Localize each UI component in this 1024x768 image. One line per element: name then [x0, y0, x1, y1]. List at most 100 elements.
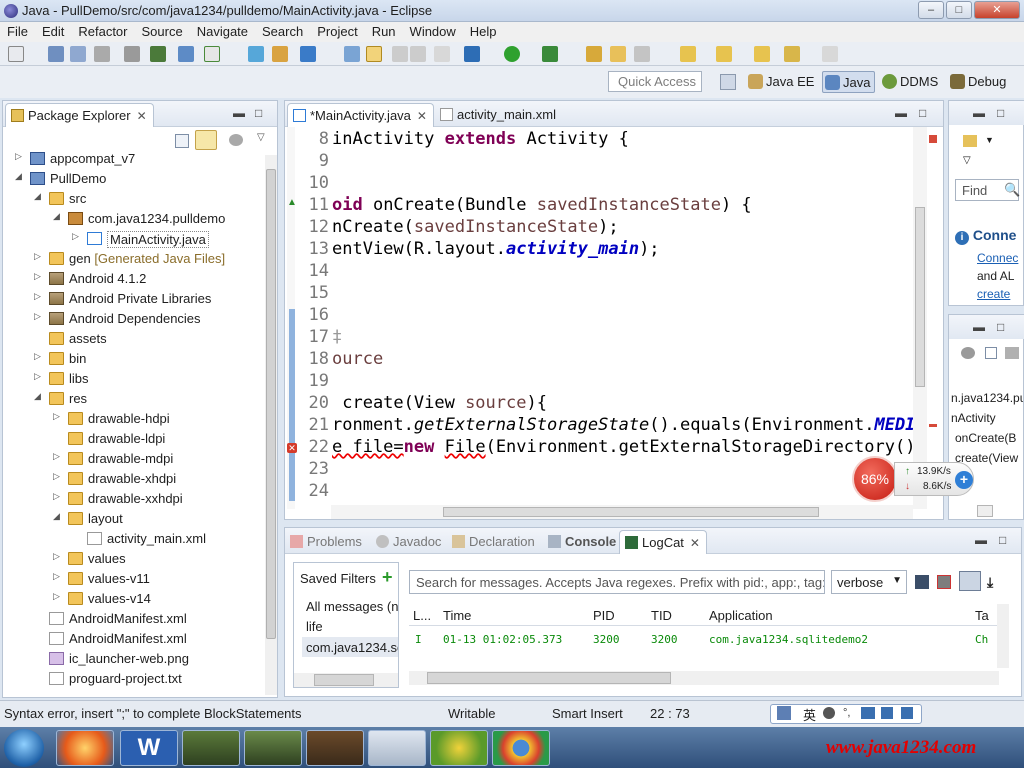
- close-icon[interactable]: ✕: [690, 536, 700, 550]
- menu-window[interactable]: Window: [403, 22, 463, 42]
- add-filter-icon[interactable]: +: [382, 567, 393, 588]
- collapse-all-icon[interactable]: [985, 347, 997, 359]
- filter-all-messages[interactable]: All messages (n: [306, 599, 398, 614]
- paragraph-icon[interactable]: [434, 46, 450, 62]
- perspective-debug[interactable]: Debug: [948, 71, 1010, 93]
- tab-problems[interactable]: Problems: [285, 530, 368, 554]
- overview-error-mark[interactable]: [929, 424, 937, 427]
- tab-logcat[interactable]: LogCat ✕: [619, 530, 707, 554]
- code-line-12[interactable]: nCreate(savedInstanceState);: [332, 217, 619, 237]
- maximize-view-icon[interactable]: □: [997, 106, 1004, 120]
- minimize-view-icon[interactable]: ▬: [973, 106, 985, 120]
- menu-refactor[interactable]: Refactor: [71, 22, 134, 42]
- save-all-icon[interactable]: [70, 46, 86, 62]
- col-pid[interactable]: PID: [593, 608, 615, 623]
- code-line-8[interactable]: inActivity extends Activity {: [332, 129, 629, 149]
- collapsed-arrow-icon[interactable]: ▷: [53, 471, 63, 482]
- open-folder-icon[interactable]: [586, 46, 602, 62]
- scrollbar-thumb[interactable]: [915, 207, 925, 387]
- ime-language[interactable]: 英: [803, 705, 816, 724]
- editor-horizontal-scrollbar[interactable]: [331, 505, 913, 519]
- search-icon[interactable]: [344, 46, 360, 62]
- sort-icon[interactable]: [1005, 347, 1019, 359]
- tab-activity-main-xml[interactable]: activity_main.xml: [435, 103, 562, 127]
- chevron-down-icon[interactable]: ▼: [985, 135, 994, 145]
- tree-scrollbar[interactable]: [265, 155, 277, 695]
- forward-icon[interactable]: [822, 46, 838, 62]
- maximize-button[interactable]: □: [946, 1, 972, 19]
- code-line-11[interactable]: oid onCreate(Bundle savedInstanceState) …: [332, 195, 752, 215]
- collapse-all-icon[interactable]: [175, 134, 189, 148]
- new-class-icon[interactable]: [272, 46, 288, 62]
- android-sdk-icon[interactable]: [150, 46, 166, 62]
- filters-scrollbar[interactable]: [294, 673, 398, 687]
- collapsed-arrow-icon[interactable]: ▷: [53, 571, 63, 582]
- maximize-view-icon[interactable]: □: [997, 320, 1004, 334]
- menu-project[interactable]: Project: [310, 22, 364, 42]
- col-time[interactable]: Time: [443, 608, 471, 623]
- pencil-icon[interactable]: [634, 46, 650, 62]
- toggle-filters-icon[interactable]: [959, 571, 981, 591]
- show-whitespace-icon[interactable]: [410, 46, 426, 62]
- open-task-icon[interactable]: [610, 46, 626, 62]
- back-icon[interactable]: [784, 46, 800, 62]
- log-level-select[interactable]: verbose ▼: [831, 570, 907, 594]
- hide-fields-icon[interactable]: [961, 347, 975, 359]
- logcat-vertical-scrollbar[interactable]: [997, 604, 1009, 668]
- toggle-block-icon[interactable]: [392, 46, 408, 62]
- perspective-ddms[interactable]: DDMS: [880, 71, 942, 93]
- minimize-button[interactable]: –: [918, 1, 944, 19]
- next-annotation-icon[interactable]: [680, 46, 696, 62]
- tab-package-explorer[interactable]: Package Explorer ✕: [5, 103, 154, 127]
- new-task-icon[interactable]: [963, 135, 977, 147]
- col-tid[interactable]: TID: [651, 608, 672, 623]
- logcat-horizontal-scrollbar[interactable]: [409, 671, 999, 685]
- expanded-arrow-icon[interactable]: ◢: [53, 511, 63, 522]
- ime-punct-icon[interactable]: °,: [843, 707, 850, 719]
- ime-skin-icon[interactable]: [881, 707, 893, 719]
- collapsed-arrow-icon[interactable]: ▷: [53, 451, 63, 462]
- menu-search[interactable]: Search: [255, 22, 310, 42]
- collapsed-arrow-icon[interactable]: ▷: [72, 231, 82, 242]
- print-icon[interactable]: [94, 46, 110, 62]
- menu-run[interactable]: Run: [365, 22, 403, 42]
- collapsed-arrow-icon[interactable]: ▷: [53, 591, 63, 602]
- code-line-20[interactable]: create(View source){: [332, 393, 547, 413]
- clear-log-icon[interactable]: [937, 575, 951, 589]
- collapsed-arrow-icon[interactable]: ▷: [53, 491, 63, 502]
- previous-annotation-icon[interactable]: [716, 46, 732, 62]
- ime-toolbar[interactable]: 英 °,: [770, 704, 922, 724]
- collapsed-arrow-icon[interactable]: ▷: [34, 371, 44, 382]
- find-input[interactable]: Find 🔍: [955, 179, 1020, 201]
- taskbar-app-3[interactable]: [182, 730, 240, 766]
- expanded-arrow-icon[interactable]: ◢: [15, 171, 25, 182]
- collapsed-arrow-icon[interactable]: ▷: [15, 151, 25, 162]
- menu-help[interactable]: Help: [463, 22, 504, 42]
- last-edit-location-icon[interactable]: [754, 46, 770, 62]
- open-perspective-icon[interactable]: [720, 74, 736, 90]
- avd-manager-icon[interactable]: [178, 46, 194, 62]
- scrollbar-thumb[interactable]: [314, 674, 374, 686]
- taskbar-app-1[interactable]: [56, 730, 114, 766]
- open-type-icon[interactable]: [300, 46, 316, 62]
- maximize-view-icon[interactable]: □: [919, 106, 926, 120]
- collapsed-arrow-icon[interactable]: ▷: [53, 551, 63, 562]
- minimize-view-icon[interactable]: ▬: [233, 106, 245, 120]
- code-line-22[interactable]: e file=new File(Environment.getExternalS…: [332, 437, 926, 457]
- code-line-21[interactable]: ronment.getExternalStorageState().equals…: [332, 415, 926, 435]
- outline-item-class[interactable]: nActivity: [951, 411, 1023, 425]
- run-icon[interactable]: [504, 46, 520, 62]
- taskbar-java-ee-ide-icon[interactable]: [306, 730, 364, 766]
- minimize-view-icon[interactable]: ▬: [973, 320, 985, 334]
- new-java-package-icon[interactable]: [248, 46, 264, 62]
- view-menu-icon[interactable]: ▽: [963, 155, 971, 166]
- table-row[interactable]: I 01-13 01:02:05.373 3200 3200 com.java1…: [409, 628, 1007, 650]
- filter-life[interactable]: life: [306, 619, 323, 634]
- close-button[interactable]: ✕: [974, 1, 1020, 19]
- ime-settings-icon[interactable]: [901, 707, 913, 719]
- logcat-search-input[interactable]: Search for messages. Accepts Java regexe…: [409, 570, 825, 594]
- col-application[interactable]: Application: [709, 608, 773, 623]
- menu-source[interactable]: Source: [135, 22, 190, 42]
- collapsed-arrow-icon[interactable]: ▷: [34, 291, 44, 302]
- start-button[interactable]: [4, 729, 44, 767]
